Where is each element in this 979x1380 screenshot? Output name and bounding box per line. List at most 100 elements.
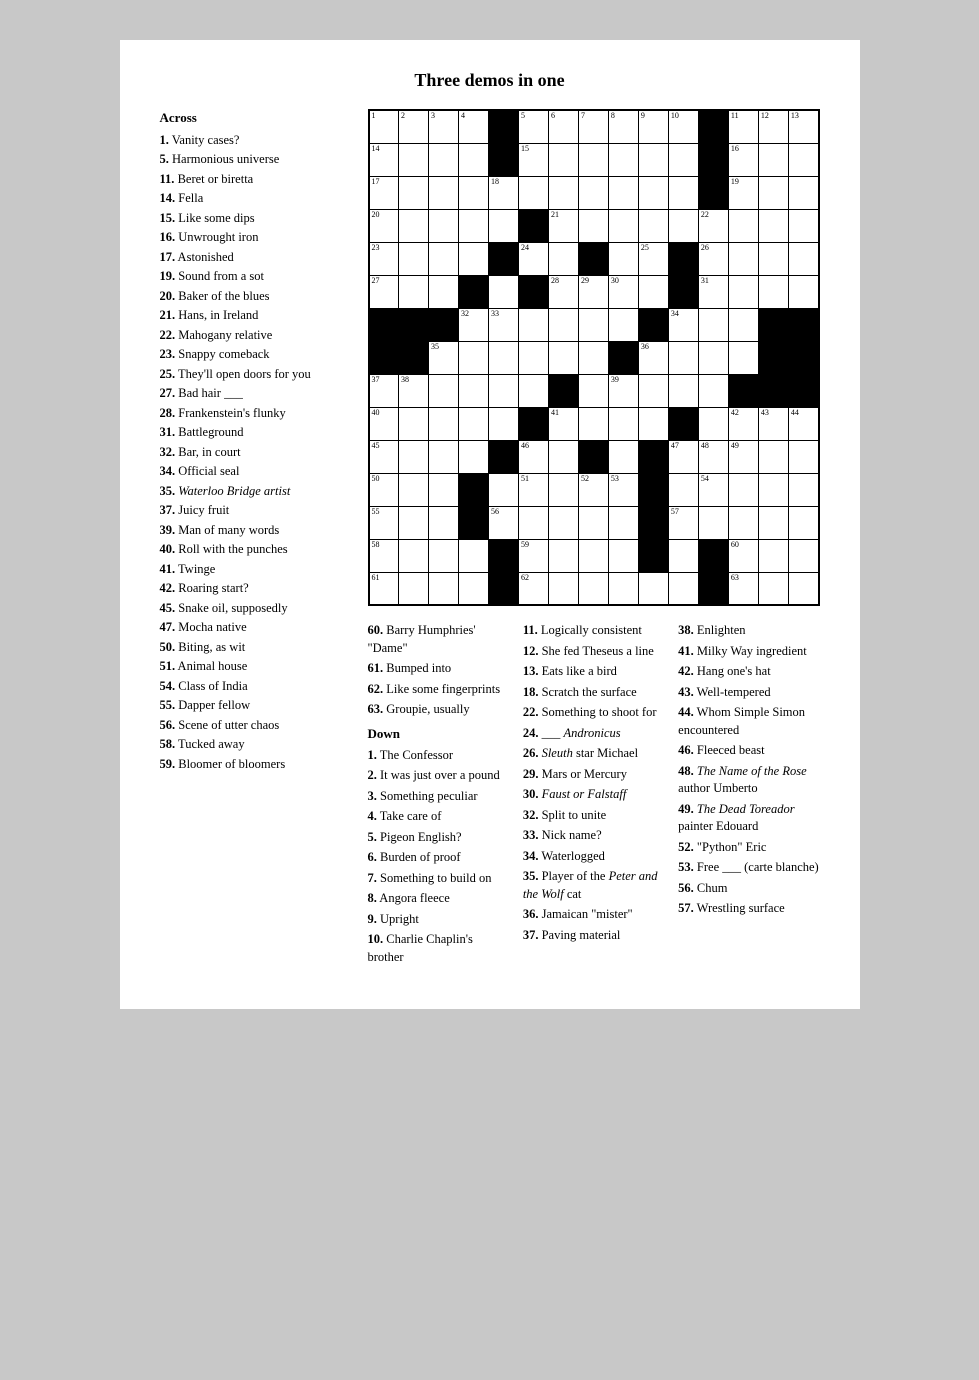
grid-cell[interactable] xyxy=(429,539,459,572)
grid-cell[interactable]: 40 xyxy=(369,407,399,440)
grid-cell[interactable]: 58 xyxy=(369,539,399,572)
grid-cell[interactable] xyxy=(788,539,818,572)
grid-cell[interactable] xyxy=(668,407,698,440)
grid-cell[interactable] xyxy=(399,539,429,572)
grid-cell[interactable]: 38 xyxy=(399,374,429,407)
grid-cell[interactable]: 13 xyxy=(788,110,818,143)
grid-cell[interactable] xyxy=(698,506,728,539)
grid-cell[interactable] xyxy=(698,176,728,209)
grid-cell[interactable] xyxy=(518,308,548,341)
grid-cell[interactable] xyxy=(698,407,728,440)
grid-cell[interactable] xyxy=(548,539,578,572)
grid-cell[interactable] xyxy=(728,308,758,341)
grid-cell[interactable] xyxy=(548,440,578,473)
grid-cell[interactable]: 45 xyxy=(369,440,399,473)
grid-cell[interactable] xyxy=(399,473,429,506)
grid-cell[interactable] xyxy=(758,143,788,176)
grid-cell[interactable] xyxy=(518,176,548,209)
grid-cell[interactable] xyxy=(668,539,698,572)
grid-cell[interactable]: 18 xyxy=(488,176,518,209)
grid-cell[interactable]: 60 xyxy=(728,539,758,572)
grid-cell[interactable] xyxy=(399,176,429,209)
grid-cell[interactable] xyxy=(758,539,788,572)
grid-cell[interactable] xyxy=(429,209,459,242)
grid-cell[interactable]: 20 xyxy=(369,209,399,242)
grid-cell[interactable] xyxy=(668,143,698,176)
grid-cell[interactable] xyxy=(459,572,489,605)
grid-cell[interactable] xyxy=(788,506,818,539)
grid-cell[interactable]: 53 xyxy=(608,473,638,506)
grid-cell[interactable] xyxy=(399,275,429,308)
grid-cell[interactable]: 19 xyxy=(728,176,758,209)
grid-cell[interactable]: 14 xyxy=(369,143,399,176)
grid-cell[interactable] xyxy=(758,242,788,275)
grid-cell[interactable] xyxy=(459,341,489,374)
grid-cell[interactable] xyxy=(459,242,489,275)
grid-cell[interactable]: 63 xyxy=(728,572,758,605)
grid-cell[interactable] xyxy=(488,341,518,374)
grid-cell[interactable] xyxy=(698,110,728,143)
grid-cell[interactable] xyxy=(488,572,518,605)
grid-cell[interactable]: 31 xyxy=(698,275,728,308)
grid-cell[interactable] xyxy=(578,341,608,374)
grid-cell[interactable] xyxy=(728,209,758,242)
grid-cell[interactable] xyxy=(578,242,608,275)
grid-cell[interactable]: 2 xyxy=(399,110,429,143)
grid-cell[interactable] xyxy=(668,242,698,275)
grid-cell[interactable] xyxy=(459,440,489,473)
grid-cell[interactable] xyxy=(578,143,608,176)
grid-cell[interactable] xyxy=(518,506,548,539)
grid-cell[interactable] xyxy=(638,176,668,209)
grid-cell[interactable]: 7 xyxy=(578,110,608,143)
grid-cell[interactable] xyxy=(788,572,818,605)
grid-cell[interactable] xyxy=(638,275,668,308)
grid-cell[interactable] xyxy=(459,143,489,176)
grid-cell[interactable] xyxy=(429,275,459,308)
grid-cell[interactable] xyxy=(728,473,758,506)
grid-cell[interactable]: 21 xyxy=(548,209,578,242)
grid-cell[interactable] xyxy=(429,407,459,440)
grid-cell[interactable] xyxy=(698,341,728,374)
grid-cell[interactable]: 27 xyxy=(369,275,399,308)
grid-cell[interactable] xyxy=(668,209,698,242)
grid-cell[interactable]: 8 xyxy=(608,110,638,143)
grid-cell[interactable] xyxy=(399,308,429,341)
grid-cell[interactable] xyxy=(459,473,489,506)
grid-cell[interactable]: 30 xyxy=(608,275,638,308)
grid-cell[interactable] xyxy=(459,176,489,209)
grid-cell[interactable]: 51 xyxy=(518,473,548,506)
grid-cell[interactable]: 41 xyxy=(548,407,578,440)
grid-cell[interactable] xyxy=(698,143,728,176)
grid-cell[interactable] xyxy=(758,572,788,605)
grid-cell[interactable] xyxy=(518,341,548,374)
grid-cell[interactable] xyxy=(788,440,818,473)
grid-cell[interactable] xyxy=(429,176,459,209)
grid-cell[interactable] xyxy=(459,374,489,407)
grid-cell[interactable]: 4 xyxy=(459,110,489,143)
grid-cell[interactable] xyxy=(488,110,518,143)
grid-cell[interactable]: 61 xyxy=(369,572,399,605)
grid-cell[interactable] xyxy=(399,572,429,605)
grid-cell[interactable] xyxy=(518,209,548,242)
grid-cell[interactable] xyxy=(728,275,758,308)
grid-cell[interactable] xyxy=(399,242,429,275)
grid-cell[interactable]: 47 xyxy=(668,440,698,473)
grid-cell[interactable] xyxy=(758,308,788,341)
grid-cell[interactable] xyxy=(578,440,608,473)
grid-cell[interactable] xyxy=(488,374,518,407)
grid-cell[interactable] xyxy=(518,407,548,440)
grid-cell[interactable] xyxy=(638,440,668,473)
grid-cell[interactable] xyxy=(728,506,758,539)
grid-cell[interactable] xyxy=(758,176,788,209)
grid-cell[interactable]: 29 xyxy=(578,275,608,308)
grid-cell[interactable] xyxy=(429,506,459,539)
grid-cell[interactable] xyxy=(728,242,758,275)
grid-cell[interactable] xyxy=(578,506,608,539)
grid-cell[interactable] xyxy=(608,506,638,539)
grid-cell[interactable] xyxy=(459,407,489,440)
grid-cell[interactable] xyxy=(788,275,818,308)
grid-cell[interactable] xyxy=(608,341,638,374)
grid-cell[interactable]: 39 xyxy=(608,374,638,407)
grid-cell[interactable] xyxy=(638,506,668,539)
grid-cell[interactable] xyxy=(399,440,429,473)
